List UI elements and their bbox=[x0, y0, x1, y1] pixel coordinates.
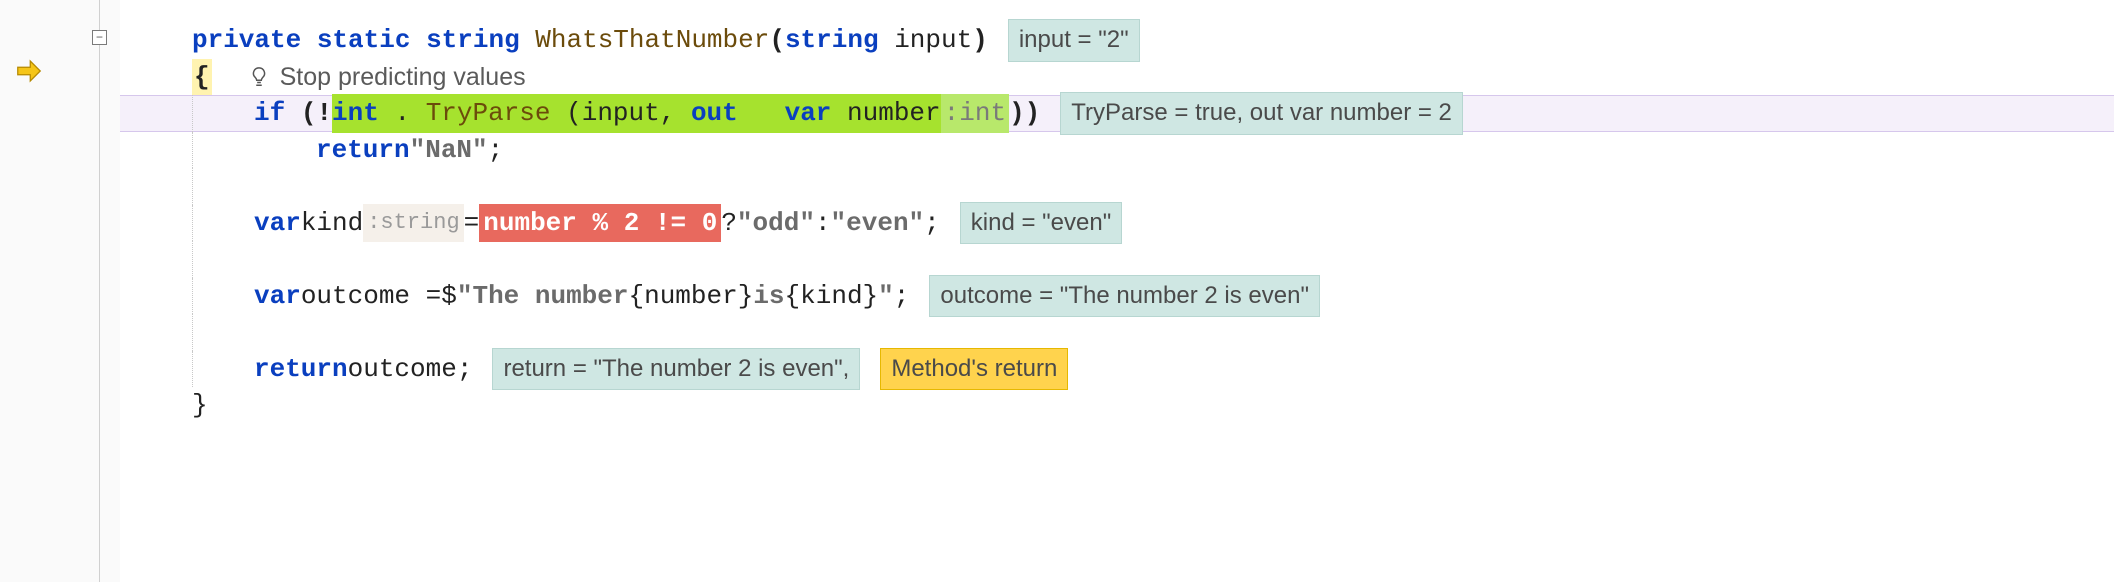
code-area[interactable]: private static string WhatsThatNumber ( … bbox=[120, 0, 2114, 582]
code-line-kind[interactable]: var kind :string = number % 2 != 0 ? "od… bbox=[130, 205, 2114, 242]
value-hint-return[interactable]: return = "The number 2 is even", bbox=[492, 348, 860, 391]
type-hint-int: :int bbox=[941, 94, 1009, 133]
brace-close: } bbox=[192, 387, 208, 424]
keyword-out: out bbox=[691, 98, 738, 128]
type-hint-string: :string bbox=[363, 204, 463, 243]
method-name: WhatsThatNumber bbox=[535, 22, 769, 59]
editor-gutter: − bbox=[0, 0, 120, 582]
value-hint-input[interactable]: input = "2" bbox=[1008, 19, 1140, 62]
code-lens-label: Stop predicting values bbox=[280, 59, 526, 96]
code-line-return-nan[interactable]: return "NaN" ; bbox=[130, 132, 2114, 169]
keyword-return: return bbox=[254, 351, 348, 388]
not-operator: ! bbox=[316, 95, 332, 132]
method-tryparse: TryParse bbox=[426, 98, 551, 128]
var-outcome: outcome bbox=[348, 351, 457, 388]
semicolon: ; bbox=[894, 278, 910, 315]
value-hint-kind[interactable]: kind = "even" bbox=[960, 202, 1122, 245]
interp-number: {number} bbox=[629, 278, 754, 315]
var-outcome: outcome = bbox=[301, 278, 441, 315]
expr-mod: number % 2 != 0 bbox=[479, 204, 721, 243]
string-open: "The number bbox=[457, 278, 629, 315]
code-line-if[interactable]: if ( ! int . TryParse (input, out var nu… bbox=[130, 95, 2114, 132]
type-int: int bbox=[332, 98, 379, 128]
brace-open: { bbox=[192, 59, 212, 96]
value-hint-tryparse[interactable]: TryParse = true, out var number = 2 bbox=[1060, 92, 1463, 135]
keyword-static: static bbox=[317, 22, 411, 59]
ternary-colon: : bbox=[815, 205, 831, 242]
var-number: number bbox=[847, 98, 941, 128]
var-kind: kind bbox=[301, 205, 363, 242]
args: (input, bbox=[566, 98, 691, 128]
code-line-blank bbox=[130, 241, 2114, 278]
code-line-blank bbox=[130, 168, 2114, 205]
keyword-var: var bbox=[254, 278, 301, 315]
string-mid: is bbox=[753, 278, 784, 315]
code-lens[interactable]: Stop predicting values bbox=[248, 59, 526, 96]
keyword-private: private bbox=[192, 22, 301, 59]
string-even: "even" bbox=[831, 205, 925, 242]
code-line-brace-open[interactable]: { Stop predicting values bbox=[130, 59, 2114, 96]
keyword-var: var bbox=[254, 205, 301, 242]
code-line-brace-close[interactable]: } bbox=[130, 387, 2114, 424]
paren-open: ( bbox=[769, 22, 785, 59]
gutter-line bbox=[99, 0, 100, 582]
semicolon: ; bbox=[457, 351, 473, 388]
value-hint-outcome[interactable]: outcome = "The number 2 is even" bbox=[929, 275, 1320, 318]
ternary-q: ? bbox=[721, 205, 737, 242]
equals: = bbox=[464, 205, 480, 242]
keyword-var: var bbox=[785, 98, 832, 128]
string-odd: "odd" bbox=[737, 205, 815, 242]
string-close: " bbox=[878, 278, 894, 315]
param-name: input bbox=[894, 22, 972, 59]
semicolon: ; bbox=[488, 132, 504, 169]
keyword-if: if bbox=[254, 95, 285, 132]
value-hint-method-return[interactable]: Method's return bbox=[880, 348, 1068, 391]
execution-pointer-icon[interactable] bbox=[14, 56, 44, 86]
dollar: $ bbox=[441, 278, 457, 315]
semicolon: ; bbox=[924, 205, 940, 242]
keyword-return: return bbox=[316, 132, 410, 169]
param-type: string bbox=[785, 22, 879, 59]
interp-kind: {kind} bbox=[785, 278, 879, 315]
code-line-outcome[interactable]: var outcome = $ "The number {number} is … bbox=[130, 278, 2114, 315]
code-editor: − private static string WhatsThatNumber … bbox=[0, 0, 2114, 582]
code-line-return-outcome[interactable]: return outcome ; return = "The number 2 … bbox=[130, 351, 2114, 388]
dot: . bbox=[394, 98, 410, 128]
paren-close: ) bbox=[972, 22, 988, 59]
fold-glyph: − bbox=[96, 32, 103, 44]
paren-close: )) bbox=[1009, 95, 1040, 132]
fold-toggle[interactable]: − bbox=[92, 30, 107, 45]
code-line-signature[interactable]: private static string WhatsThatNumber ( … bbox=[130, 22, 2114, 59]
lightbulb-icon bbox=[248, 66, 270, 88]
type-string: string bbox=[426, 22, 520, 59]
paren: ( bbox=[301, 95, 317, 132]
string-nan: "NaN" bbox=[410, 132, 488, 169]
code-line-blank bbox=[130, 314, 2114, 351]
